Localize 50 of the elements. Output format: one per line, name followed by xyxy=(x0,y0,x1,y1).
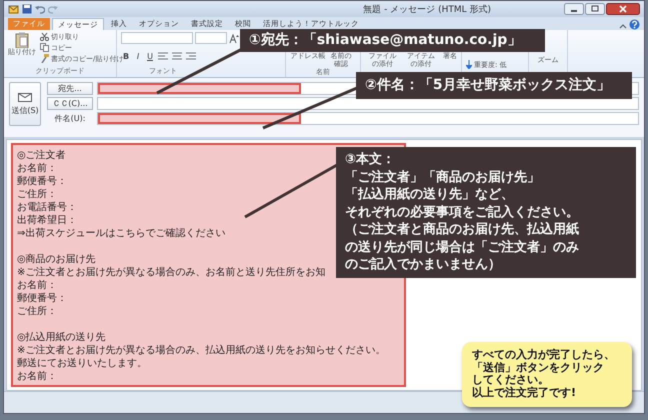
body-text: ⇒出荷スケジュールはこちらでご確認ください xyxy=(17,227,226,240)
send-button[interactable]: 送信(S) xyxy=(9,82,41,126)
format-button[interactable]: U xyxy=(145,52,155,61)
maximize-button[interactable] xyxy=(585,3,605,16)
format-button[interactable]: I xyxy=(133,52,143,61)
grow-font-icon[interactable] xyxy=(229,34,239,43)
collapse-ribbon-icon[interactable] xyxy=(619,22,627,30)
brush-icon xyxy=(40,54,49,64)
subject-field[interactable] xyxy=(97,112,639,126)
clipboard-icon xyxy=(15,32,29,48)
body-text: ※ご注文者とお届け先が異なる場合のみ、お名前と送り先住所をお知 xyxy=(17,266,326,280)
scissors-icon xyxy=(40,32,49,42)
callout-text: すべての入力が完了したら、 xyxy=(472,349,616,362)
close-button[interactable] xyxy=(606,3,640,16)
callout-text: 以上で注文完了です! xyxy=(472,386,578,400)
body-text: お電話番号： xyxy=(17,201,77,214)
cc-field[interactable] xyxy=(97,97,639,110)
body-text: お名前： xyxy=(17,370,57,384)
body-text: 郵便番号： xyxy=(17,292,67,306)
body-text: 出荷希望日： xyxy=(17,214,77,228)
body-text: ◎商品のお届け先 xyxy=(17,253,96,266)
copy-icon xyxy=(40,43,49,52)
font-size-field[interactable] xyxy=(195,32,227,44)
app-icon[interactable] xyxy=(8,4,19,15)
body-text: ※ご注文者とお届け先が異なる場合のみ、払込用紙の送り先をお知らせください。 xyxy=(17,344,386,358)
align-icon[interactable] xyxy=(157,52,197,62)
to-button[interactable]: 宛先... xyxy=(47,82,93,96)
body-text: ご住所： xyxy=(17,305,57,318)
help-icon[interactable] xyxy=(629,19,640,30)
envelope-icon xyxy=(18,92,32,102)
body-text: ◎ご注文者 xyxy=(17,149,66,162)
callout-text: してください。 xyxy=(472,374,550,386)
minimize-button[interactable] xyxy=(564,3,584,16)
body-text: お名前： xyxy=(17,162,57,176)
save-icon[interactable] xyxy=(22,4,32,14)
callout-text: ③本文： xyxy=(345,151,396,169)
callout-text: ①宛先：「shiawase@matuno.co.jp」 xyxy=(249,31,522,50)
body-text: 郵便番号： xyxy=(17,175,67,188)
down-arrow-icon xyxy=(466,60,472,70)
body-text: お名前： xyxy=(17,279,57,292)
undo-icon[interactable] xyxy=(35,4,45,14)
body-text: ◎払込用紙の送り先 xyxy=(17,331,106,344)
callout-text: ②件名：「5月幸せ野菜ボックス注文」 xyxy=(365,76,612,95)
body-text: 郵送にてお送りいたします。 xyxy=(17,357,147,370)
subject-label: 件名(U): xyxy=(54,113,86,124)
callout-text: 「送信」ボタンをクリック xyxy=(472,362,605,374)
font-name-field[interactable] xyxy=(121,32,193,44)
cc-button[interactable]: ＣＣ(C)... xyxy=(47,97,93,110)
window-title: 無題 - メッセージ (HTML 形式) xyxy=(362,4,492,16)
body-text: ご住所： xyxy=(17,188,57,202)
